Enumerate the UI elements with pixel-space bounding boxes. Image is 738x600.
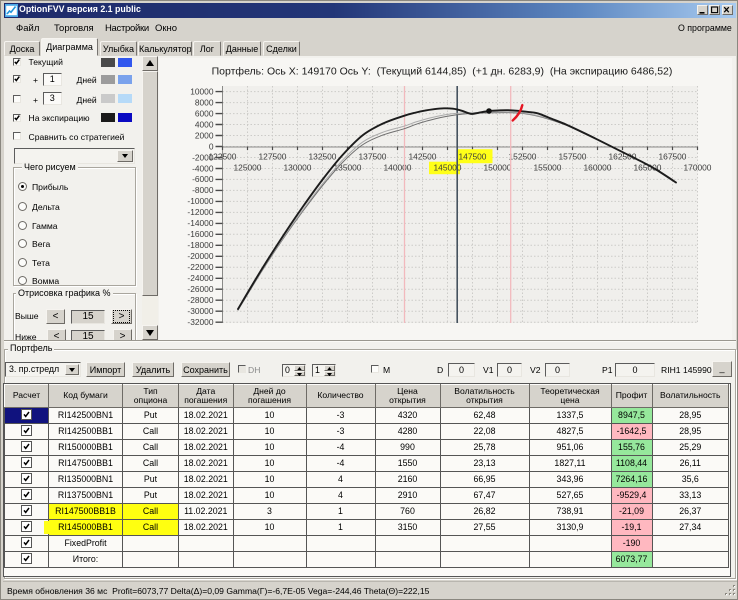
svg-text:4000: 4000 — [195, 119, 214, 129]
svg-text:167500: 167500 — [659, 152, 687, 162]
svg-text:-26000: -26000 — [187, 284, 213, 294]
svg-text:132500: 132500 — [309, 152, 337, 162]
svg-text:-32000: -32000 — [187, 317, 213, 327]
svg-text:-6000: -6000 — [192, 174, 214, 184]
svg-text:155000: 155000 — [534, 163, 562, 173]
svg-text:8000: 8000 — [195, 97, 214, 107]
svg-text:-4000: -4000 — [192, 163, 214, 173]
svg-text:Портфель: Ось X: 149170 Ось Y:: Портфель: Ось X: 149170 Ось Y: (Текущий … — [212, 66, 673, 78]
svg-text:6000: 6000 — [195, 108, 214, 118]
svg-text:152500: 152500 — [509, 152, 537, 162]
svg-text:122500: 122500 — [209, 152, 237, 162]
svg-text:147500: 147500 — [459, 152, 487, 162]
svg-text:157500: 157500 — [559, 152, 587, 162]
svg-text:-10000: -10000 — [187, 196, 213, 206]
svg-text:-16000: -16000 — [187, 229, 213, 239]
svg-text:125000: 125000 — [234, 163, 262, 173]
svg-text:-28000: -28000 — [187, 295, 213, 305]
svg-text:-8000: -8000 — [192, 185, 214, 195]
svg-text:160000: 160000 — [584, 163, 612, 173]
svg-text:140000: 140000 — [384, 163, 412, 173]
svg-text:137500: 137500 — [359, 152, 387, 162]
svg-text:-24000: -24000 — [187, 273, 213, 283]
svg-text:150000: 150000 — [484, 163, 512, 173]
svg-text:142500: 142500 — [409, 152, 437, 162]
svg-text:-20000: -20000 — [187, 251, 213, 261]
svg-text:-12000: -12000 — [187, 207, 213, 217]
svg-text:0: 0 — [209, 141, 214, 151]
svg-text:127500: 127500 — [259, 152, 287, 162]
svg-text:-30000: -30000 — [187, 306, 213, 316]
svg-text:130000: 130000 — [284, 163, 312, 173]
svg-text:-18000: -18000 — [187, 240, 213, 250]
svg-text:170000: 170000 — [684, 163, 712, 173]
svg-text:-14000: -14000 — [187, 218, 213, 228]
svg-text:-22000: -22000 — [187, 262, 213, 272]
svg-text:2000: 2000 — [195, 130, 214, 140]
svg-text:10000: 10000 — [190, 86, 214, 96]
